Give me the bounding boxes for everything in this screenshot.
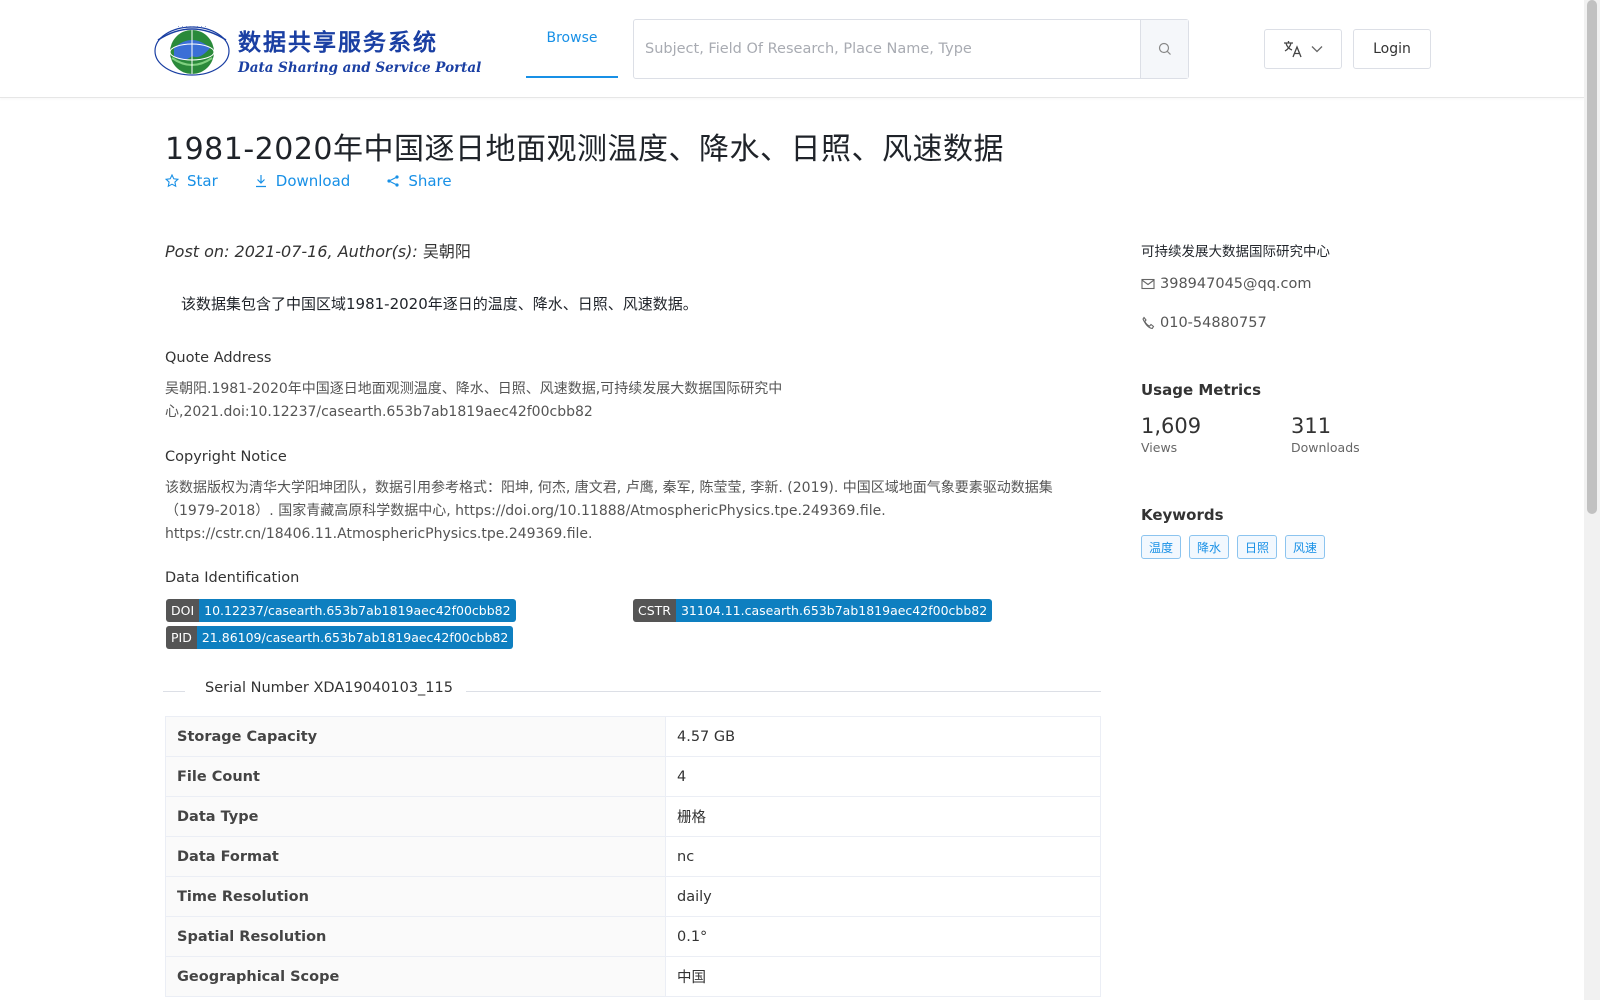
downloads-count: 311 bbox=[1291, 414, 1332, 438]
pid-badge[interactable]: PID 21.86109/casearth.653b7ab1819aec42f0… bbox=[166, 626, 514, 649]
table-row: File Count 4 bbox=[165, 756, 1101, 797]
scrollbar-thumb[interactable] bbox=[1587, 0, 1597, 514]
row-label: Data Type bbox=[165, 796, 666, 837]
author-name: 吴朝阳 bbox=[422, 242, 471, 261]
logo-title-cn: 数据共享服务系统 bbox=[238, 28, 438, 56]
copyright-line: （1979-2018）. 国家青藏高原科学数据中心, https://doi.o… bbox=[165, 503, 886, 519]
cstr-badge-value: 31104.11.casearth.653b7ab1819aec42f00cbb… bbox=[675, 599, 993, 622]
table-row: Geographical Scope 中国 bbox=[165, 956, 1101, 997]
dataset-actions: Star Download Share bbox=[165, 172, 452, 190]
dataset-description: 该数据集包含了中国区域1981-2020年逐日的温度、降水、日照、风速数据。 bbox=[181, 295, 698, 313]
mail-icon bbox=[1141, 278, 1155, 290]
svg-text:· · · · · · · ·: · · · · · · · · bbox=[178, 24, 207, 31]
portal-logo[interactable]: · · · · · · · · 数据共享服务系统 Data Sharing an… bbox=[152, 20, 481, 78]
page-scrollbar[interactable] bbox=[1584, 0, 1600, 1000]
download-button[interactable]: Download bbox=[254, 172, 351, 190]
keywords-title: Keywords bbox=[1141, 506, 1224, 524]
translate-icon bbox=[1284, 41, 1302, 58]
row-value: 中国 bbox=[665, 956, 1101, 997]
post-info: Post on: 2021-07-16, Author(s): 吴朝阳 bbox=[165, 238, 471, 262]
pid-badge-key: PID bbox=[166, 626, 197, 649]
organization-name: 可持续发展大数据国际研究中心 bbox=[1141, 244, 1330, 260]
post-date: Post on: 2021-07-16, Author(s): bbox=[165, 242, 423, 261]
usage-metrics-title: Usage Metrics bbox=[1141, 381, 1261, 399]
search-icon bbox=[1158, 42, 1171, 55]
divider-line bbox=[466, 691, 1101, 692]
views-metric: 1,609 Views bbox=[1141, 414, 1201, 455]
table-row: Data Format nc bbox=[165, 836, 1101, 877]
row-value: 0.1° bbox=[665, 916, 1101, 957]
row-value: daily bbox=[665, 876, 1101, 917]
contact-email[interactable]: 398947045@qq.com bbox=[1141, 276, 1312, 292]
downloads-label: Downloads bbox=[1291, 440, 1360, 455]
row-label: Geographical Scope bbox=[165, 956, 666, 997]
share-icon bbox=[387, 175, 399, 187]
quote-line: 心,2021.doi:10.12237/casearth.653b7ab1819… bbox=[165, 404, 593, 420]
row-label: Time Resolution bbox=[165, 876, 666, 917]
table-row: Storage Capacity 4.57 GB bbox=[165, 716, 1101, 757]
search-input[interactable] bbox=[634, 20, 1140, 78]
row-value: 4 bbox=[665, 756, 1101, 797]
pid-badge-value: 21.86109/casearth.653b7ab1819aec42f00cbb… bbox=[196, 626, 514, 649]
contact-phone[interactable]: 010-54880757 bbox=[1141, 315, 1267, 331]
views-count: 1,609 bbox=[1141, 414, 1202, 438]
phone-text: 010-54880757 bbox=[1160, 315, 1267, 331]
copyright-title: Copyright Notice bbox=[165, 449, 287, 465]
logo-title-en: Data Sharing and Service Portal bbox=[238, 59, 482, 76]
table-row: Spatial Resolution 0.1° bbox=[165, 916, 1101, 957]
keyword-tag[interactable]: 日照 bbox=[1237, 535, 1278, 559]
download-icon bbox=[255, 175, 266, 188]
download-label: Download bbox=[275, 172, 351, 190]
row-label: Storage Capacity bbox=[165, 716, 666, 757]
copyright-line: https://cstr.cn/18406.11.AtmosphericPhys… bbox=[165, 526, 593, 542]
copyright-line: 该数据版权为清华大学阳坤团队，数据引用参考格式：阳坤, 何杰, 唐文君, 卢鹰,… bbox=[165, 480, 1053, 496]
row-label: File Count bbox=[165, 756, 666, 797]
copyright-text: 该数据版权为清华大学阳坤团队，数据引用参考格式：阳坤, 何杰, 唐文君, 卢鹰,… bbox=[165, 477, 1053, 546]
login-button[interactable]: Login bbox=[1353, 29, 1431, 69]
cstr-badge-key: CSTR bbox=[633, 599, 676, 622]
serial-number: Serial Number XDA19040103_115 bbox=[205, 680, 453, 696]
table-row: Data Type 栅格 bbox=[165, 796, 1101, 837]
table-row: Time Resolution daily bbox=[165, 876, 1101, 917]
share-button[interactable]: Share bbox=[386, 172, 452, 190]
share-label: Share bbox=[408, 172, 452, 190]
data-identification-title: Data Identification bbox=[165, 570, 300, 586]
row-value: nc bbox=[665, 836, 1101, 877]
keyword-tags: 温度 降水 日照 风速 bbox=[1141, 535, 1326, 559]
row-value: 栅格 bbox=[665, 796, 1101, 837]
search-button[interactable] bbox=[1140, 20, 1188, 78]
dataset-info-table: Storage Capacity 4.57 GB File Count 4 Data… bbox=[165, 716, 1101, 997]
quote-address-title: Quote Address bbox=[165, 350, 272, 366]
doi-badge-value: 10.12237/casearth.653b7ab1819aec42f00cbb… bbox=[199, 599, 516, 622]
row-label: Data Format bbox=[165, 836, 666, 877]
language-switch-button[interactable] bbox=[1264, 29, 1342, 69]
row-value: 4.57 GB bbox=[665, 716, 1101, 757]
doi-badge[interactable]: DOI 10.12237/casearth.653b7ab1819aec42f0… bbox=[166, 599, 516, 622]
quote-address-text: 吴朝阳.1981-2020年中国逐日地面观测温度、降水、日照、风速数据,可持续发… bbox=[165, 378, 782, 424]
cstr-badge[interactable]: CSTR 31104.11.casearth.653b7ab1819aec42f… bbox=[633, 599, 993, 622]
star-label: Star bbox=[187, 172, 218, 190]
search-bar bbox=[633, 19, 1189, 79]
views-label: Views bbox=[1141, 440, 1178, 455]
quote-line: 吴朝阳.1981-2020年中国逐日地面观测温度、降水、日照、风速数据,可持续发… bbox=[165, 381, 783, 397]
phone-icon bbox=[1142, 316, 1155, 330]
doi-badge-key: DOI bbox=[166, 599, 200, 622]
downloads-metric: 311 Downloads bbox=[1291, 414, 1360, 455]
keyword-tag[interactable]: 风速 bbox=[1285, 535, 1326, 559]
nav-browse-tab[interactable]: Browse bbox=[526, 0, 618, 78]
keyword-tag[interactable]: 温度 bbox=[1141, 535, 1182, 559]
star-icon bbox=[165, 174, 179, 188]
keyword-tag[interactable]: 降水 bbox=[1189, 535, 1230, 559]
dataset-title: 1981-2020年中国逐日地面观测温度、降水、日照、风速数据 bbox=[165, 132, 1005, 167]
globe-logo-icon: · · · · · · · · bbox=[152, 20, 232, 78]
serial-number-divider: Serial Number XDA19040103_115 bbox=[163, 680, 1101, 704]
row-label: Spatial Resolution bbox=[165, 916, 666, 957]
email-text: 398947045@qq.com bbox=[1160, 276, 1312, 292]
top-header: · · · · · · · · 数据共享服务系统 Data Sharing an… bbox=[0, 0, 1584, 98]
divider-line bbox=[163, 691, 185, 692]
chevron-down-icon bbox=[1311, 46, 1323, 53]
star-button[interactable]: Star bbox=[165, 172, 218, 190]
